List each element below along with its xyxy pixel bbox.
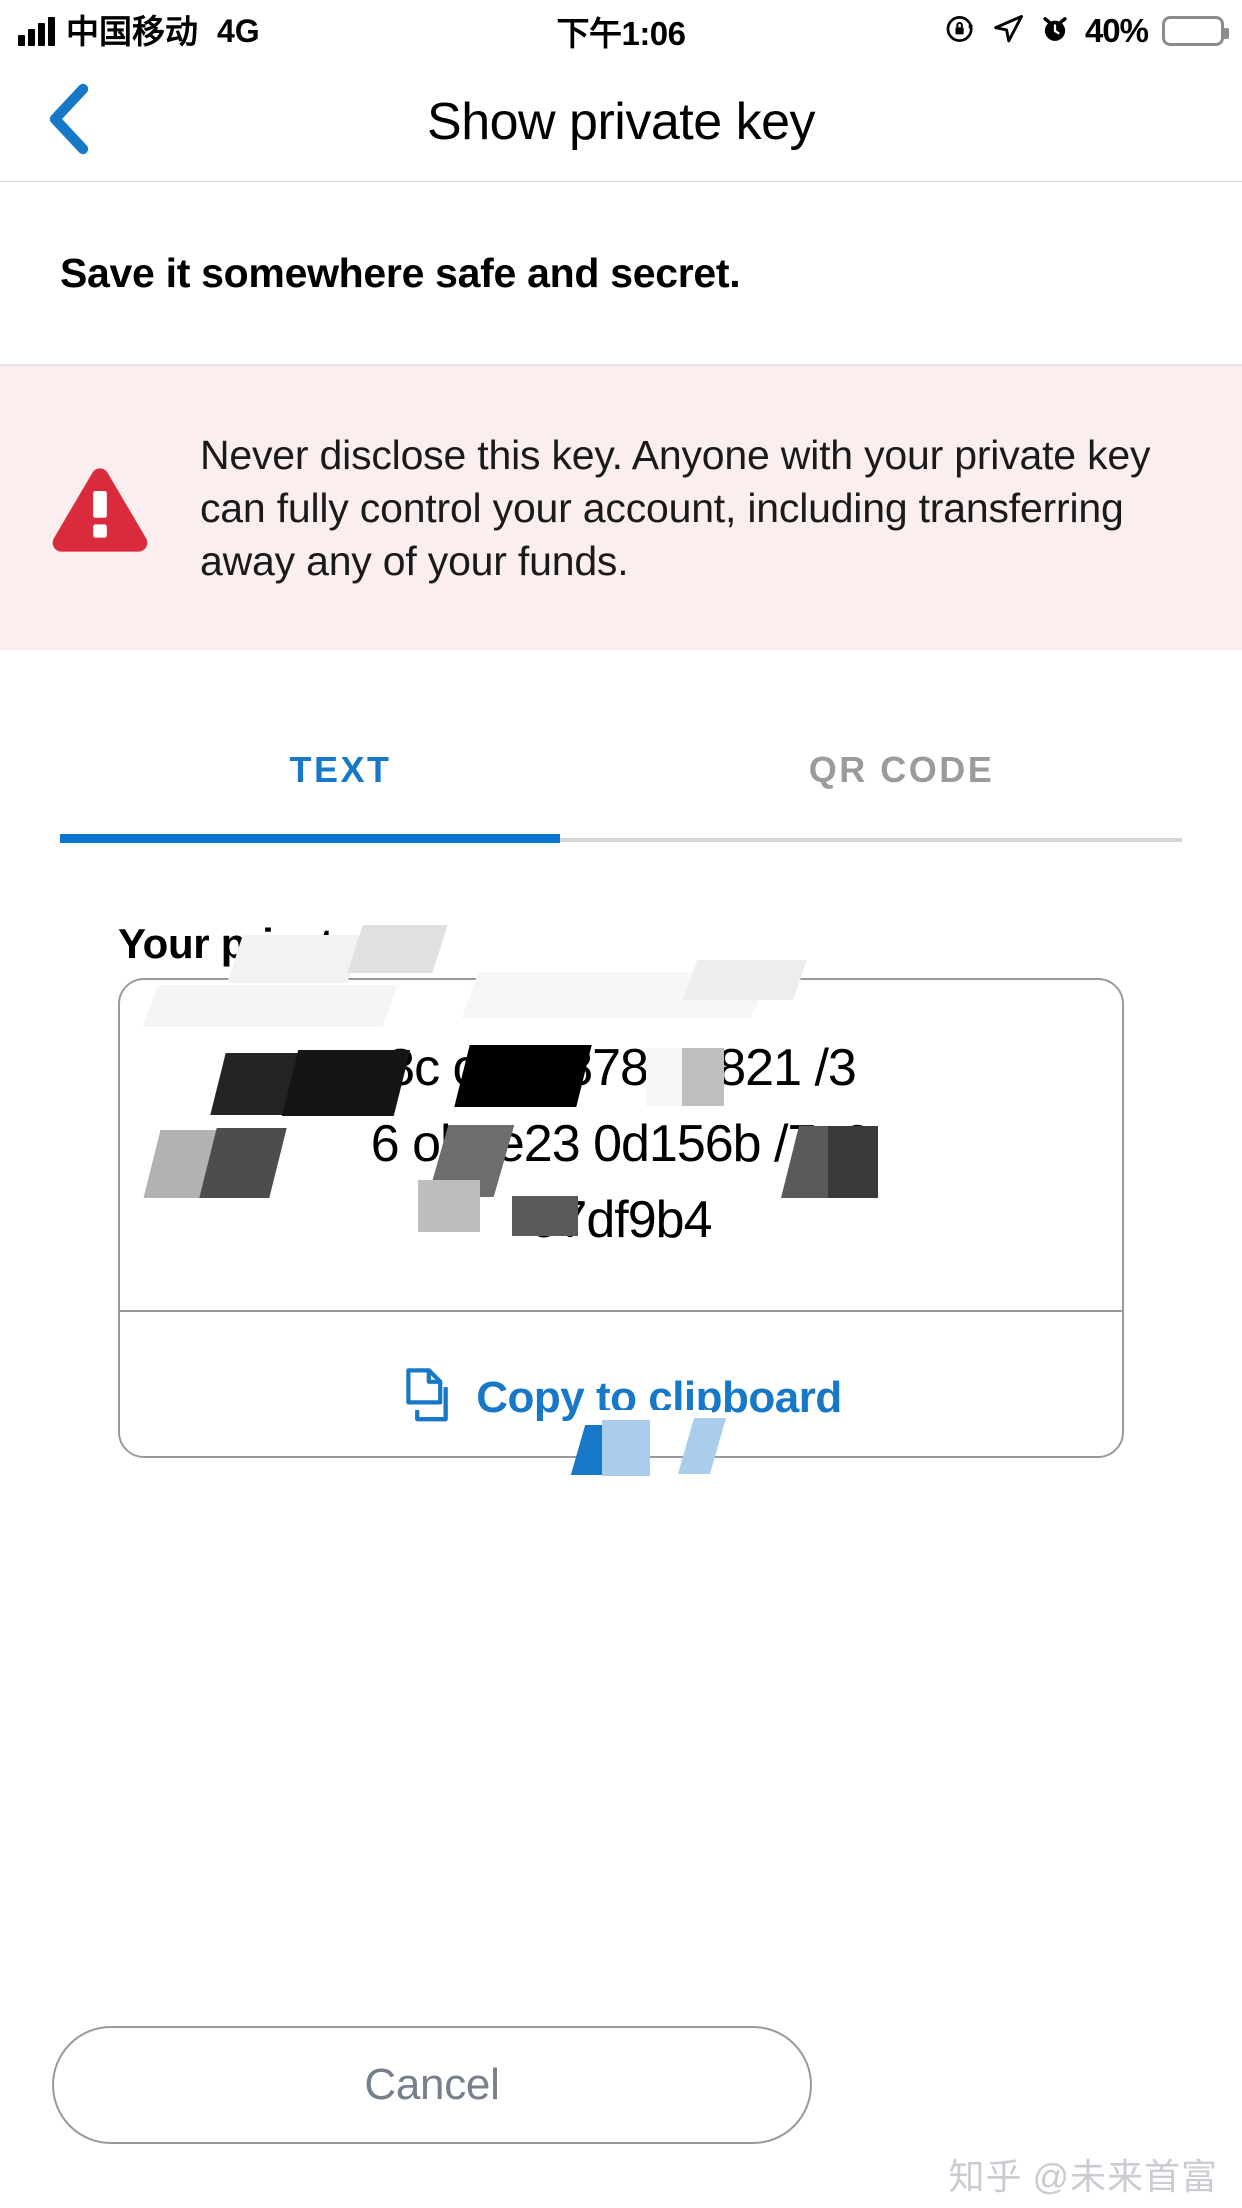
watermark: 知乎 @未来首富 <box>948 2148 1218 2200</box>
watermark-site: 知乎 <box>948 2156 1023 2197</box>
copy-to-clipboard-button[interactable]: Copy to clipboard <box>120 1335 1122 1460</box>
navigation-bar: Show private key <box>0 62 1242 182</box>
key-box-divider <box>120 1310 1122 1312</box>
status-bar: 中国移动 4G 下午1:06 40% <box>0 0 1242 62</box>
copy-to-clipboard-label: Copy to clipboard <box>476 1372 842 1422</box>
tab-text[interactable]: TEXT <box>60 690 621 850</box>
private-key-line-1: 8c ob81878 80821 /3 <box>386 1039 857 1097</box>
warning-text: Never disclose this key. Anyone with you… <box>200 431 1151 584</box>
battery-icon <box>1162 16 1229 46</box>
subtitle-text: Save it somewhere safe and secret. <box>60 250 741 296</box>
private-key-label: Your private key <box>118 920 437 967</box>
tab-bar: TEXT QR CODE <box>60 690 1182 850</box>
watermark-handle: @未来首富 <box>1032 2156 1218 2197</box>
private-key-line-3: 97df9b4 <box>530 1191 713 1249</box>
private-key-box: 8c ob81878 80821 /3 6 ob7e23 0d156b /7e9… <box>118 978 1124 1458</box>
private-key-line-2: 6 ob7e23 0d156b /7e9 <box>370 1115 873 1173</box>
warning-banner: Never disclose this key. Anyone with you… <box>0 366 1242 650</box>
rotation-lock-icon <box>944 12 978 51</box>
warning-triangle-icon <box>0 462 200 554</box>
tab-qr-code[interactable]: QR CODE <box>621 690 1182 850</box>
alarm-clock-icon <box>1039 13 1071 50</box>
page-title: Show private key <box>427 93 815 151</box>
subtitle-section: Save it somewhere safe and secret. <box>0 183 1242 366</box>
copy-icon <box>400 1366 454 1429</box>
cancel-button-label: Cancel <box>364 2060 500 2109</box>
location-arrow-icon <box>992 12 1025 50</box>
private-key-value[interactable]: 8c ob81878 80821 /3 6 ob7e23 0d156b /7e9… <box>120 1030 1122 1258</box>
cancel-button[interactable]: Cancel <box>52 2026 812 2144</box>
battery-percent-label: 40% <box>1084 12 1149 49</box>
status-bar-right: 40% <box>944 0 1229 62</box>
tab-active-indicator <box>60 834 560 843</box>
phone-screen: 中国移动 4G 下午1:06 40% Show private key Save… <box>0 0 1242 2208</box>
